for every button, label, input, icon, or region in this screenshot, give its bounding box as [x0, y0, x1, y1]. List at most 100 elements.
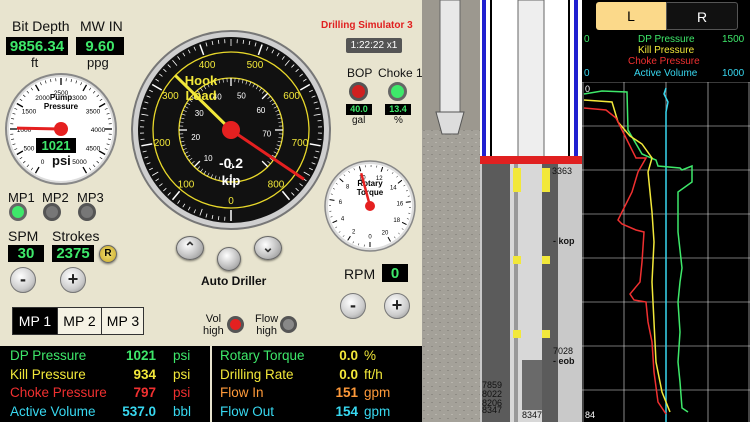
lower-button[interactable]: ⌄ [254, 236, 282, 260]
spm-minus-button[interactable]: - [10, 267, 36, 293]
mp-tabs: MP 1 MP 2 MP 3 [12, 307, 144, 335]
bit-depth-unit: ft [31, 55, 39, 70]
pump-pressure-gauge: 0500100015002000250030003500400045005000… [5, 73, 117, 185]
pump-tick-label: 3500 [86, 109, 101, 116]
readout-unit: gpm [364, 385, 391, 400]
svg-text:Torque: Torque [357, 188, 384, 197]
readout-unit: bbl [173, 403, 192, 419]
hook-inner-tick-label: 30 [195, 109, 204, 118]
well-eob: - eob [553, 356, 575, 366]
hook-outer-tick-label: 700 [292, 138, 309, 149]
rpm-display: 0 [382, 264, 408, 282]
bop-led[interactable] [349, 82, 368, 101]
legend-0: DP Pressure [638, 34, 695, 45]
well-kop: - kop [553, 236, 575, 246]
readout-unit: psi [173, 348, 191, 363]
pump-tick-label: 5000 [72, 159, 87, 166]
readout-row: Rotary Torque 0.0% [212, 348, 422, 366]
hook-load-gauge: 0100200300400 500600700800010203040 506070… [131, 30, 331, 230]
readout-value: 151 [335, 385, 358, 400]
mp3-led[interactable] [78, 203, 96, 221]
hook-outer-tick-label: 200 [154, 138, 171, 149]
mw-in-label: MW IN [80, 18, 123, 34]
rot-tick-label: 18 [393, 218, 400, 224]
strokes-reset-button[interactable]: R [99, 245, 117, 263]
readout-label: DP Pressure [10, 348, 87, 363]
raise-button[interactable]: ⌃ [176, 236, 204, 260]
vol-scale-right: 1000 [722, 68, 745, 79]
rot-tick-label: 20 [382, 230, 389, 236]
svg-text:Pump: Pump [50, 93, 72, 102]
svg-text:kip: kip [222, 173, 241, 188]
rotary-torque-gauge: 02468101214161820 Rotary Torque [324, 160, 416, 252]
bit-depth-display: 9856.34 [6, 37, 68, 55]
mw-in-unit: ppg [87, 55, 109, 70]
pump-pressure-unit: psi [52, 153, 71, 168]
readout-row: Drilling Rate 0.0 ft/h [212, 367, 422, 385]
well-depth-mid: 7028 [553, 346, 574, 356]
hook-inner-tick-label: 50 [237, 92, 246, 101]
hook-outer-tick-label: 800 [268, 180, 285, 191]
legend-3: Active Volume [634, 68, 698, 79]
auto-driller-knob[interactable] [217, 247, 241, 271]
flow-high-led [280, 316, 297, 333]
spm-label: SPM [8, 228, 39, 244]
trend-chart: L R 0 1500 DP Pressure Kill Pressure Cho… [582, 0, 750, 422]
readout-unit: gpm [364, 403, 391, 419]
hook-inner-tick-label: 60 [256, 106, 265, 115]
rpm-minus-button[interactable]: - [340, 293, 366, 319]
readout-row: Flow Out 154 gpm [212, 404, 422, 422]
mp1-led[interactable] [9, 203, 27, 221]
scale-right: 1500 [722, 34, 745, 45]
bop-label: BOP [347, 66, 373, 80]
tab-left[interactable]: L [596, 2, 666, 30]
auto-driller-label: Auto Driller [201, 274, 267, 288]
control-panel: Bit Depth 9856.34 ft MW IN 9.60 ppg 0 500… [0, 0, 423, 422]
bop-unit: gal [352, 115, 366, 126]
hook-inner-tick-label: 20 [191, 133, 200, 142]
spm-display: 30 [8, 245, 44, 262]
readout-value: 0.0 [339, 348, 358, 363]
vol-scale-left: 0 [584, 68, 590, 79]
sim-title: Drilling Simulator 3 [321, 20, 413, 31]
readout-value: 537.0 [122, 403, 156, 419]
pump-tick-label: 2000 [35, 95, 50, 102]
readout-panel-left: DP Pressure 1021 psi Kill Pressure 934 psi Cho… [0, 346, 210, 422]
spm-plus-button[interactable]: + [60, 267, 86, 293]
drilling-simulator-app: Bit Depth 9856.34 ft MW IN 9.60 ppg 0 500… [0, 0, 750, 422]
rot-tick-label: 16 [396, 201, 403, 207]
readout-unit: % [364, 348, 377, 363]
choke-led[interactable] [388, 82, 407, 101]
pump-tick-label: 0 [41, 159, 45, 166]
hook-inner-tick-label: 10 [204, 154, 213, 163]
hook-outer-tick-label: 100 [178, 180, 195, 191]
tab-right[interactable]: R [666, 2, 738, 30]
hook-outer-tick-label: 400 [199, 60, 216, 71]
scale-left: 0 [584, 34, 590, 45]
readout-value: 0.0 [339, 366, 358, 382]
bop-display: 40.0 [346, 104, 372, 115]
readout-row: Flow In 151 gpm [212, 385, 422, 403]
rpm-plus-button[interactable]: + [384, 293, 410, 319]
tab-mp3[interactable]: MP 3 [101, 308, 144, 334]
hook-outer-tick-label: 300 [162, 91, 179, 102]
pump-tick-label: 4000 [91, 127, 106, 134]
tab-mp1[interactable]: MP 1 [13, 308, 57, 334]
mp2-led[interactable] [43, 203, 61, 221]
rot-tick-label: 14 [390, 186, 397, 192]
time-top: 0 [585, 84, 591, 94]
tab-mp2[interactable]: MP 2 [57, 308, 101, 334]
readout-value: 797 [133, 385, 156, 400]
pump-tick-label: 500 [24, 146, 35, 153]
svg-text:-0.2: -0.2 [219, 155, 243, 171]
readout-row: Kill Pressure 934 psi [0, 367, 210, 385]
readout-row: Active Volume 537.0 bbl [0, 404, 210, 422]
readout-label: Kill Pressure [10, 366, 86, 382]
readout-panel-right: Rotary Torque 0.0% Drilling Rate 0.0 ft/h Flo… [212, 346, 422, 422]
choke-display: 13.4 [385, 104, 411, 115]
pump-tick-label: 4500 [86, 146, 101, 153]
svg-text:Pressure: Pressure [44, 102, 79, 111]
bit-depth-label: Bit Depth [12, 18, 70, 34]
readout-value: 1021 [125, 348, 156, 363]
well-depth-bottom: 8347 [522, 410, 543, 420]
